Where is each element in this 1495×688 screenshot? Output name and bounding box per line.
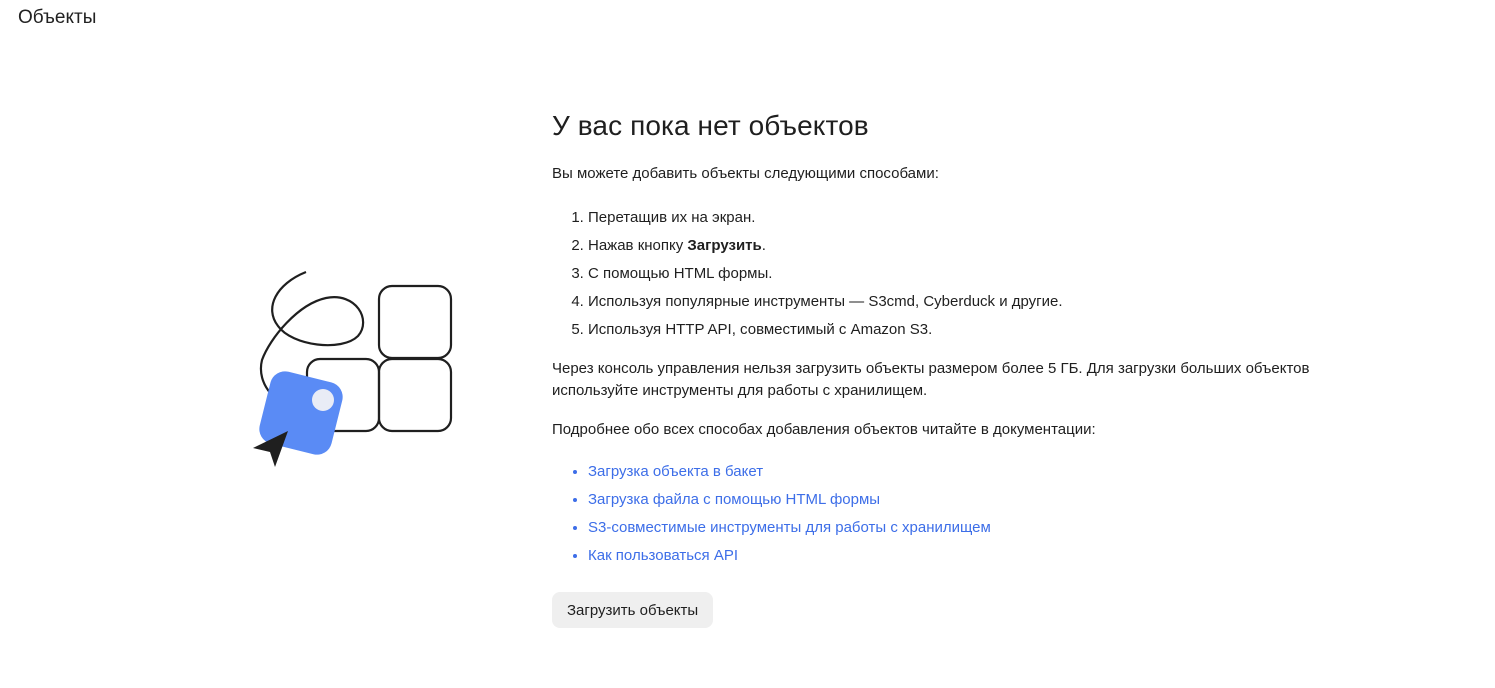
method-text: Используя HTTP API, совместимый с Amazon… — [588, 321, 933, 338]
upload-objects-button[interactable]: Загрузить объекты — [552, 592, 714, 628]
list-item: Перетащив их на экран. — [588, 204, 1332, 232]
list-item: Загрузка объекта в бакет — [588, 458, 1332, 486]
empty-state-intro: Вы можете добавить объекты следующими сп… — [552, 165, 939, 182]
link-how-to-use-api[interactable]: Как пользоваться API — [588, 547, 738, 564]
list-item: S3-совместимые инструменты для работы с … — [588, 514, 1332, 542]
list-item: Используя HTTP API, совместимый с Amazon… — [588, 316, 1332, 344]
empty-state: У вас пока нет объектов Вы можете добави… — [552, 108, 1332, 628]
list-item: Нажав кнопку Загрузить. — [588, 232, 1332, 260]
method-text: Нажав кнопку — [588, 237, 688, 254]
method-text: Перетащив их на экран. — [588, 209, 756, 226]
list-item: С помощью HTML формы. — [588, 260, 1332, 288]
link-upload-object-to-bucket[interactable]: Загрузка объекта в бакет — [588, 463, 763, 480]
list-item: Используя популярные инструменты — S3cmd… — [588, 288, 1332, 316]
upload-objects-illustration — [246, 268, 460, 472]
upload-methods-list: Перетащив их на экран. Нажав кнопку Загр… — [552, 204, 1332, 344]
list-item: Как пользоваться API — [588, 542, 1332, 570]
method-text: Используя популярные инструменты — S3cmd… — [588, 293, 1063, 310]
size-limit-note: Через консоль управления нельзя загрузит… — [552, 360, 1310, 399]
docs-intro: Подробнее обо всех способах добавления о… — [552, 421, 1096, 438]
method-text: С помощью HTML формы. — [588, 265, 773, 282]
link-upload-file-html-form[interactable]: Загрузка файла с помощью HTML формы — [588, 491, 880, 508]
doc-links-list: Загрузка объекта в бакет Загрузка файла … — [552, 458, 1332, 570]
method-text: . — [761, 237, 766, 254]
page-title: Объекты — [18, 7, 97, 28]
link-s3-compatible-tools[interactable]: S3-совместимые инструменты для работы с … — [588, 519, 991, 536]
list-item: Загрузка файла с помощью HTML формы — [588, 486, 1332, 514]
upload-keyword: Загрузить — [687, 237, 762, 254]
empty-state-heading: У вас пока нет объектов — [552, 110, 869, 141]
